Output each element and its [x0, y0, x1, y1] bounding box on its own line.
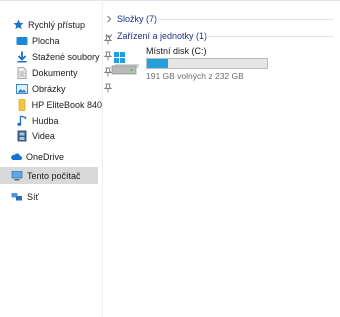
sidebar-item-label: Tento počítač — [27, 170, 81, 181]
sidebar-item-stazene-soubory[interactable]: Stažené soubory — [16, 48, 113, 65]
sidebar-item-plocha[interactable]: Plocha — [16, 32, 113, 49]
drive-usage-fill — [147, 59, 169, 68]
drive-name: Místní disk (C:) — [146, 46, 207, 56]
downloads-icon — [16, 51, 28, 63]
documents-icon — [16, 66, 28, 79]
sidebar-item-label: Hudba — [32, 115, 59, 126]
drive-item-c[interactable]: Místní disk (C:) 191 GB volných z 232 GB — [111, 45, 281, 83]
cloud-icon — [10, 151, 22, 163]
chevron-down-icon — [104, 33, 114, 39]
pictures-icon — [16, 83, 28, 95]
sidebar-item-obrazky[interactable]: Obrázky — [16, 80, 113, 97]
hard-drive-icon — [111, 52, 141, 76]
sidebar-item-label: Stažené soubory — [32, 51, 100, 62]
navigation-pane: Rychlý přístup Plocha Stažené soubory Do… — [0, 0, 113, 317]
group-divider — [206, 36, 334, 37]
pane-splitter[interactable] — [102, 0, 103, 317]
sidebar-item-this-pc[interactable]: Tento počítač — [0, 167, 98, 184]
group-header-devices[interactable]: Zařízení a jednotky (1) — [104, 29, 334, 43]
videos-icon — [16, 130, 28, 142]
chevron-right-icon — [104, 15, 114, 23]
sidebar-item-label: Obrázky — [32, 83, 66, 94]
pin-icon[interactable] — [103, 83, 113, 93]
sidebar-item-hp-elitebook[interactable]: HP EliteBook 840 — [16, 96, 102, 113]
network-icon — [11, 191, 23, 203]
group-header-label: Složky (7) — [117, 14, 158, 24]
group-divider — [156, 19, 334, 20]
sidebar-item-videa[interactable]: Videa — [16, 127, 102, 144]
sidebar-item-dokumenty[interactable]: Dokumenty — [16, 64, 113, 81]
sidebar-item-label: Síť — [27, 191, 39, 202]
drive-free-space: 191 GB volných z 232 GB — [146, 71, 244, 81]
desktop-icon — [16, 35, 28, 47]
music-icon — [16, 114, 28, 127]
sidebar-item-label: Plocha — [32, 35, 60, 46]
group-header-label: Zařízení a jednotky (1) — [117, 31, 208, 41]
sidebar-item-label: OneDrive — [26, 151, 65, 162]
drive-usage-bar — [146, 58, 268, 69]
sidebar-item-label: HP EliteBook 840 — [31, 99, 102, 110]
sidebar-item-label: Videa — [32, 130, 55, 141]
sidebar-item-label: Rychlý přístup — [28, 19, 86, 30]
sidebar-item-label: Dokumenty — [32, 67, 78, 78]
sidebar-item-onedrive[interactable]: OneDrive — [10, 148, 64, 165]
group-header-folders[interactable]: Složky (7) — [104, 12, 334, 26]
folder-icon — [16, 98, 28, 111]
star-icon — [12, 19, 24, 31]
sidebar-item-network[interactable]: Síť — [11, 188, 39, 205]
computer-icon — [11, 170, 23, 182]
sidebar-item-quick-access[interactable]: Rychlý přístup — [12, 16, 85, 33]
